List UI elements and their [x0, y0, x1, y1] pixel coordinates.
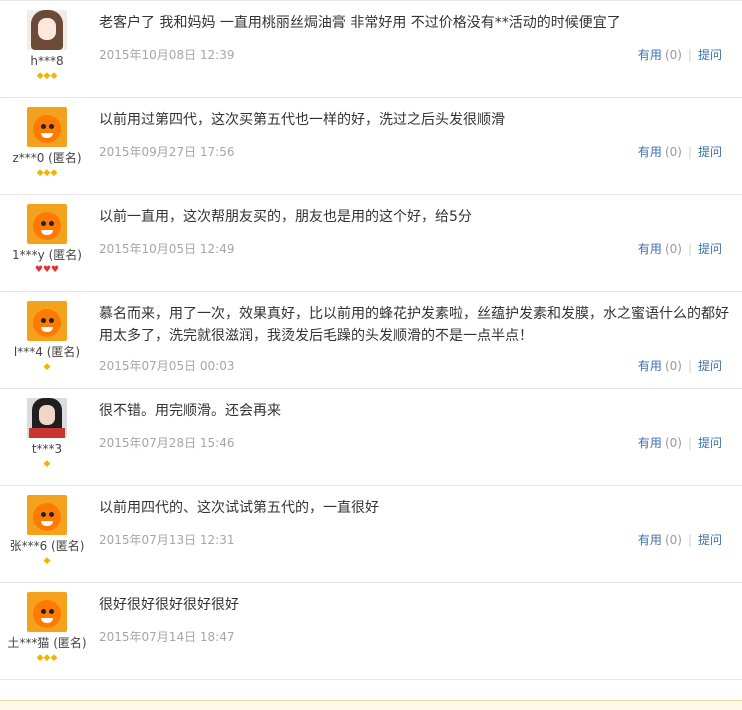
review-actions: 有用 (0) | 提问: [638, 143, 722, 160]
avatar[interactable]: [27, 10, 67, 50]
reviewer: h***8 ◆◆◆: [0, 10, 94, 82]
diamond-icon: ◆: [43, 556, 51, 566]
review-date: 2015年09月27日 17:56: [99, 145, 235, 159]
divider: |: [687, 242, 692, 256]
review-text: 以前用四代的、这次试试第五代的，一直很好: [99, 500, 379, 516]
review-actions: 有用 (0) | 提问: [638, 240, 722, 257]
reviewer-level-badges: ◆: [0, 362, 94, 373]
review-actions: 有用 (0) | 提问: [638, 357, 722, 374]
review-text: 以前一直用，这次帮朋友买的，朋友也是用的这个好，给5分: [99, 209, 472, 225]
divider: |: [687, 145, 692, 159]
reviewer-level-badges: ♥♥♥: [0, 265, 94, 276]
review-date: 2015年07月28日 15:46: [99, 436, 235, 450]
useful-button[interactable]: 有用 (0): [638, 359, 682, 373]
heart-icon: ♥: [34, 265, 43, 275]
reviewer-name: 张***6 (匿名): [9, 539, 85, 553]
review-date: 2015年07月13日 12:31: [99, 533, 235, 547]
review-actions: 有用 (0) | 提问: [638, 531, 722, 548]
useful-button[interactable]: 有用 (0): [638, 145, 682, 159]
diamond-icon: ◆: [43, 362, 51, 372]
review-item: h***8 ◆◆◆ 老客户了 我和妈妈 一直用桃丽丝焗油膏 非常好用 不过价格没…: [0, 0, 742, 98]
diamond-icon: ◆: [50, 71, 58, 81]
reviewer-name: h***8: [30, 54, 64, 68]
avatar[interactable]: [27, 107, 67, 147]
divider: |: [687, 359, 692, 373]
ask-button[interactable]: 提问: [698, 242, 722, 256]
ask-button[interactable]: 提问: [698, 533, 722, 547]
review-item: 1***y (匿名) ♥♥♥ 以前一直用，这次帮朋友买的，朋友也是用的这个好，给…: [0, 195, 742, 292]
avatar[interactable]: [27, 398, 67, 438]
useful-button[interactable]: 有用 (0): [638, 48, 682, 62]
review-text: 很不错。用完顺滑。还会再来: [99, 403, 281, 419]
review-date: 2015年10月05日 12:49: [99, 242, 235, 256]
diamond-icon: ◆: [50, 168, 58, 178]
diamond-icon: ◆: [43, 459, 51, 469]
ask-button[interactable]: 提问: [698, 48, 722, 62]
heart-icon: ♥: [42, 265, 52, 275]
diamond-icon: ◆: [50, 653, 58, 663]
diamond-icon: ◆: [36, 168, 44, 178]
review-actions: 有用 (0) | 提问: [638, 434, 722, 451]
reviewer-level-badges: ◆◆◆: [0, 168, 94, 179]
ask-button[interactable]: 提问: [698, 436, 722, 450]
review-item: 土***猫 (匿名) ◆◆◆ 很好很好很好很好很好 2015年07月14日 18…: [0, 583, 742, 680]
divider: |: [687, 436, 692, 450]
divider: |: [687, 48, 692, 62]
useful-count: (0): [664, 242, 682, 256]
reviewer-level-badges: ◆◆◆: [0, 653, 94, 664]
useful-button[interactable]: 有用 (0): [638, 242, 682, 256]
reviewer-name: 1***y (匿名): [12, 248, 82, 262]
reviewer-level-badges: ◆: [0, 459, 94, 470]
avatar[interactable]: [27, 495, 67, 535]
useful-button[interactable]: 有用 (0): [638, 533, 682, 547]
review-actions: 有用 (0) | 提问: [638, 46, 722, 63]
useful-count: (0): [664, 533, 682, 547]
review-item: l***4 (匿名) ◆ 慕名而来，用了一次，效果真好，比以前用的蜂花护发素啦，…: [0, 292, 742, 389]
heart-icon: ♥: [51, 265, 60, 275]
reviewer-name: t***3: [31, 442, 63, 456]
reviewer: z***0 (匿名) ◆◆◆: [0, 107, 94, 179]
review-text: 老客户了 我和妈妈 一直用桃丽丝焗油膏 非常好用 不过价格没有**活动的时候便宜…: [99, 15, 621, 31]
diamond-icon: ◆: [36, 71, 44, 81]
ask-button[interactable]: 提问: [698, 145, 722, 159]
reviewer: l***4 (匿名) ◆: [0, 301, 94, 373]
review-item: 张***6 (匿名) ◆ 以前用四代的、这次试试第五代的，一直很好 2015年0…: [0, 486, 742, 583]
useful-button[interactable]: 有用 (0): [638, 436, 682, 450]
avatar[interactable]: [27, 204, 67, 244]
useful-count: (0): [664, 48, 682, 62]
review-date: 2015年10月08日 12:39: [99, 48, 235, 62]
reviewer: t***3 ◆: [0, 398, 94, 470]
useful-count: (0): [664, 359, 682, 373]
review-text: 以前用过第四代，这次买第五代也一样的好，洗过之后头发很顺滑: [99, 112, 505, 128]
review-item: t***3 ◆ 很不错。用完顺滑。还会再来 2015年07月28日 15:46 …: [0, 389, 742, 486]
useful-count: (0): [664, 145, 682, 159]
useful-count: (0): [664, 436, 682, 450]
diamond-icon: ◆: [36, 653, 44, 663]
ask-button[interactable]: 提问: [698, 359, 722, 373]
review-list: h***8 ◆ ◆ ◆ 老客户了 我和妈妈 一直用桃丽丝焗油膏 非常好用 不过价格没…: [0, 0, 742, 680]
review-date: 2015年07月14日 18:47: [99, 630, 235, 644]
reviewer-name: z***0 (匿名): [12, 151, 82, 165]
reviewer-name: l***4 (匿名): [13, 345, 81, 359]
reviewer: 1***y (匿名) ♥♥♥: [0, 204, 94, 276]
review-item: z***0 (匿名) ◆◆◆ 以前用过第四代，这次买第五代也一样的好，洗过之后头…: [0, 98, 742, 195]
reviewer: 张***6 (匿名) ◆: [0, 495, 94, 567]
review-text: 很好很好很好很好很好: [99, 597, 239, 613]
reviewer-level-badges: ◆◆◆: [0, 71, 94, 82]
review-text: 慕名而来，用了一次，效果真好，比以前用的蜂花护发素啦，丝蕴护发素和发膜，水之蜜语…: [99, 306, 729, 344]
divider: |: [687, 533, 692, 547]
review-date: 2015年07月05日 00:03: [99, 359, 235, 373]
avatar[interactable]: [27, 592, 67, 632]
reviewer-level-badges: ◆: [0, 556, 94, 567]
reviewer-name: 土***猫 (匿名): [7, 636, 87, 650]
avatar[interactable]: [27, 301, 67, 341]
reviewer: 土***猫 (匿名) ◆◆◆: [0, 592, 94, 664]
